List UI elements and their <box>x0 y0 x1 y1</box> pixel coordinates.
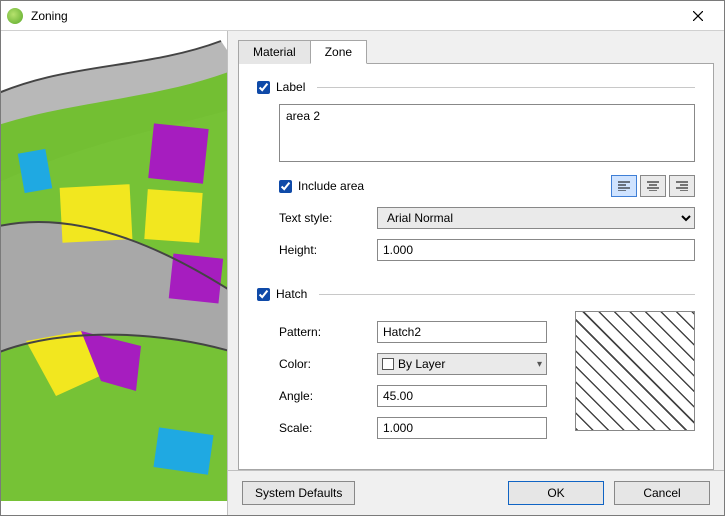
align-center-button[interactable] <box>640 175 666 197</box>
dialog-footer: System Defaults OK Cancel <box>228 470 724 515</box>
chevron-down-icon: ▾ <box>537 359 542 370</box>
cancel-button[interactable]: Cancel <box>614 481 710 505</box>
divider <box>319 294 695 295</box>
close-icon <box>693 11 703 21</box>
window-title: Zoning <box>31 9 678 23</box>
tab-zone[interactable]: Zone <box>310 40 367 64</box>
label-header-text: Label <box>276 80 305 94</box>
zoning-dialog: Zoning <box>0 0 725 516</box>
align-right-button[interactable] <box>669 175 695 197</box>
color-value: By Layer <box>398 357 445 371</box>
label-enable-checkbox[interactable] <box>257 81 270 94</box>
ok-button[interactable]: OK <box>508 481 604 505</box>
align-right-icon <box>675 181 689 191</box>
properties-panel: Material Zone Label area 2 Include area <box>227 31 724 515</box>
include-area-label: Include area <box>298 179 364 193</box>
text-style-select[interactable]: Arial Normal <box>377 207 695 229</box>
align-center-icon <box>646 181 660 191</box>
pattern-input[interactable] <box>377 321 547 343</box>
zoning-map-preview <box>1 31 227 515</box>
tabstrip: Material Zone <box>228 31 724 63</box>
close-button[interactable] <box>678 2 718 30</box>
pattern-label: Pattern: <box>279 325 377 339</box>
color-select[interactable]: By Layer ▾ <box>377 353 547 375</box>
scale-label: Scale: <box>279 421 377 435</box>
include-area-checkbox[interactable] <box>279 180 292 193</box>
align-left-button[interactable] <box>611 175 637 197</box>
tab-material[interactable]: Material <box>238 40 311 64</box>
system-defaults-button[interactable]: System Defaults <box>242 481 355 505</box>
hatch-preview <box>575 311 695 431</box>
hatch-header-text: Hatch <box>276 287 307 301</box>
hatch-group-header: Hatch <box>257 287 695 301</box>
angle-input[interactable] <box>377 385 547 407</box>
align-left-icon <box>617 181 631 191</box>
height-label: Height: <box>279 243 377 257</box>
scale-input[interactable] <box>377 417 547 439</box>
titlebar: Zoning <box>1 1 724 31</box>
divider <box>317 87 695 88</box>
text-style-label: Text style: <box>279 211 377 225</box>
height-input[interactable] <box>377 239 695 261</box>
angle-label: Angle: <box>279 389 377 403</box>
tabpage-zone: Label area 2 Include area <box>238 63 714 470</box>
app-icon <box>7 8 23 24</box>
hatch-enable-checkbox[interactable] <box>257 288 270 301</box>
text-align-group <box>611 175 695 197</box>
color-chip-icon <box>382 358 394 370</box>
color-label: Color: <box>279 357 377 371</box>
label-group-header: Label <box>257 80 695 94</box>
label-text-input[interactable]: area 2 <box>279 104 695 162</box>
